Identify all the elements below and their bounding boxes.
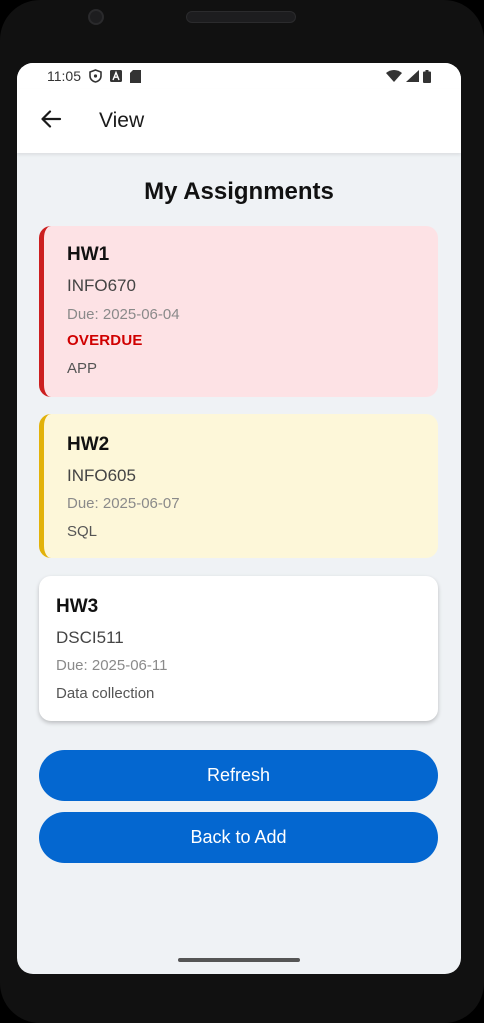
overdue-status-label: OVERDUE <box>67 332 143 349</box>
assignment-due-date: Due: 2025-06-11 <box>56 657 168 674</box>
wifi-icon <box>386 70 402 82</box>
camera-icon <box>88 9 104 25</box>
back-to-add-button[interactable]: Back to Add <box>39 812 438 863</box>
assignment-description: Data collection <box>56 685 155 702</box>
status-time: 11:05 <box>47 68 81 84</box>
assignment-description: APP <box>67 360 98 377</box>
status-right <box>386 69 431 83</box>
back-button[interactable] <box>27 97 75 145</box>
assignment-card[interactable]: HW2 INFO605 Due: 2025-06-07 SQL <box>39 414 438 558</box>
assignment-due-date: Due: 2025-06-07 <box>67 495 180 512</box>
a-badge-icon <box>110 70 122 82</box>
assignment-card[interactable]: HW3 DSCI511 Due: 2025-06-11 Data collect… <box>39 576 438 721</box>
app-screen: 11:05 View My Assignments HW1 INFO670 Du… <box>17 63 461 974</box>
page-title: My Assignments <box>144 178 334 205</box>
shield-icon <box>89 69 102 83</box>
home-indicator[interactable] <box>178 958 300 962</box>
status-left: 11:05 <box>47 68 141 84</box>
app-bar: View <box>17 89 461 153</box>
sd-card-icon <box>130 69 141 83</box>
status-bar: 11:05 <box>17 63 461 89</box>
assignment-course: DSCI511 <box>56 628 124 647</box>
refresh-button[interactable]: Refresh <box>39 750 438 801</box>
arrow-left-icon <box>40 108 62 135</box>
assignment-course: INFO605 <box>67 466 136 485</box>
assignment-due-date: Due: 2025-06-04 <box>67 306 180 323</box>
assignment-description: SQL <box>67 523 98 540</box>
assignment-title: HW3 <box>56 596 99 617</box>
battery-icon <box>423 69 431 83</box>
assignment-title: HW2 <box>67 434 110 455</box>
app-bar-title: View <box>99 109 145 132</box>
phone-frame: 11:05 View My Assignments HW1 INFO670 Du… <box>0 0 484 1023</box>
signal-icon <box>406 70 419 82</box>
assignment-course: INFO670 <box>67 276 136 295</box>
assignment-title: HW1 <box>67 244 110 265</box>
assignment-card[interactable]: HW1 INFO670 Due: 2025-06-04 OVERDUE APP <box>39 226 438 397</box>
speaker-grille <box>186 11 296 23</box>
